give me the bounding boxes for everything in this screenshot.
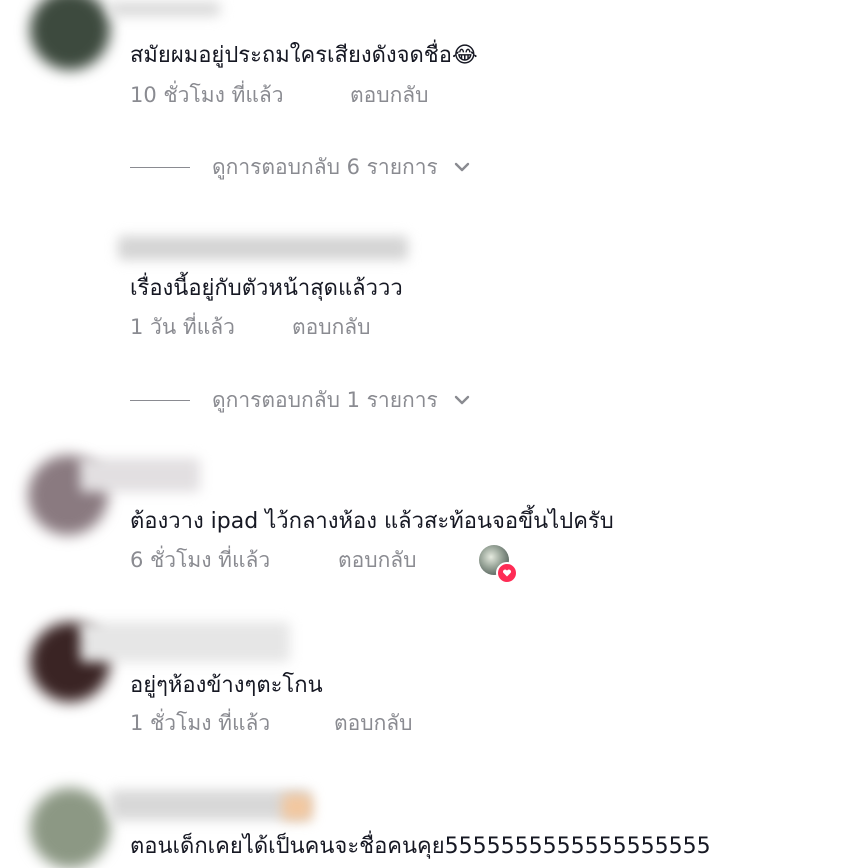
view-replies-button[interactable]: ดูการตอบกลับ 6 รายการ <box>130 153 472 181</box>
chevron-down-icon <box>454 162 469 172</box>
reply-button[interactable]: ตอบกลับ <box>338 546 417 574</box>
comment-time: 6 ชั่วโมง ที่แล้ว <box>130 548 271 572</box>
comment-time: 10 ชั่วโมง ที่แล้ว <box>130 83 284 107</box>
comment-time: 1 ชั่วโมง ที่แล้ว <box>130 711 271 735</box>
reply-button[interactable]: ตอบกลับ <box>350 81 429 109</box>
divider-line <box>130 166 190 168</box>
view-replies-label: ดูการตอบกลับ 1 รายการ <box>212 387 438 412</box>
comment-time: 1 วัน ที่แล้ว <box>130 315 235 339</box>
reply-button[interactable]: ตอบกลับ <box>292 313 371 341</box>
view-replies-button[interactable]: ดูการตอบกลับ 1 รายการ <box>130 386 472 414</box>
heart-icon <box>502 569 512 577</box>
divider-line <box>130 399 190 401</box>
comment-text: อยู่ๆห้องข้างๆตะโกน <box>130 673 323 698</box>
view-replies-label: ดูการตอบกลับ 6 รายการ <box>212 154 438 179</box>
username-blurred[interactable] <box>110 790 310 820</box>
username-emoji-blurred <box>282 794 312 820</box>
username-blurred[interactable] <box>110 2 220 16</box>
heart-icon <box>496 562 518 584</box>
comment-text: ต้องวาง ipad ไว้กลางห้อง แล้วสะท้อนจอขึ้… <box>130 509 614 534</box>
username-blurred[interactable] <box>118 236 408 260</box>
chevron-down-icon <box>454 395 469 405</box>
reply-button[interactable]: ตอบกลับ <box>334 709 413 737</box>
comment-text: เรื่องนี้อยู่กับตัวหน้าสุดแล้ววว <box>130 276 403 301</box>
avatar[interactable] <box>30 0 110 70</box>
username-blurred[interactable] <box>80 622 290 662</box>
comment-text: ตอนเด็กเคยได้เป็นคนจะชื่อคนคุย5555555555… <box>130 834 711 859</box>
avatar[interactable] <box>30 788 110 868</box>
username-blurred[interactable] <box>80 458 200 492</box>
comment-text: สมัยผมอยู่ประถมใครเสียงดังจดชื่อ😂 <box>130 43 478 68</box>
